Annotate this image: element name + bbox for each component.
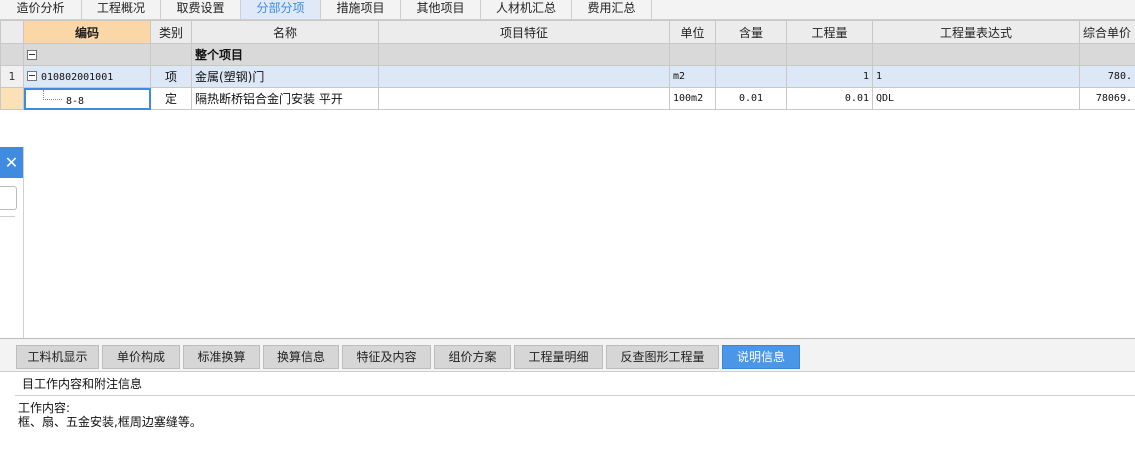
unit-price-cell[interactable]: 78069. [1080, 88, 1135, 110]
header-feature[interactable]: 项目特征 [379, 21, 670, 44]
grid-header-row: 编码 类别 名称 项目特征 单位 含量 工程量 工程量表达式 综合单价 [1, 21, 1135, 44]
row-number[interactable] [1, 88, 24, 110]
tab-quantity-details[interactable]: 工程量明细 [514, 345, 603, 369]
content-cell[interactable] [716, 66, 787, 88]
tab-other-items[interactable]: 其他项目 [401, 0, 481, 19]
header-name[interactable]: 名称 [192, 21, 379, 44]
quantity-cell[interactable]: 0.01 [787, 88, 873, 110]
tab-features-content[interactable]: 特征及内容 [342, 345, 431, 369]
row-number[interactable]: 1 [1, 66, 24, 88]
header-unit-price[interactable]: 综合单价 [1080, 21, 1135, 44]
tab-measure-items[interactable]: 措施项目 [321, 0, 401, 19]
header-quantity[interactable]: 工程量 [787, 21, 873, 44]
tab-labor-material-summary[interactable]: 人材机汇总 [481, 0, 572, 19]
tab-reverse-graphic-quantity[interactable]: 反查图形工程量 [606, 345, 719, 369]
collapse-icon[interactable] [27, 71, 37, 81]
quantity-cell[interactable]: 1 [787, 66, 873, 88]
section-title: 目工作内容和附注信息 [22, 375, 142, 392]
tab-labor-material-display[interactable]: 工料机显示 [16, 345, 99, 369]
code-cell[interactable]: 010802001001 [24, 66, 151, 88]
tab-fee-summary[interactable]: 费用汇总 [572, 0, 652, 19]
header-unit[interactable]: 单位 [670, 21, 716, 44]
unit-cell[interactable]: 100m2 [670, 88, 716, 110]
description-text: 工作内容: 框、扇、五金安装,框周边塞缝等。 [18, 401, 202, 429]
header-content[interactable]: 含量 [716, 21, 787, 44]
feature-cell[interactable] [379, 88, 670, 110]
collapse-cell[interactable] [24, 44, 151, 66]
name-cell[interactable]: 金属(塑钢)门 [192, 66, 379, 88]
tab-sub-items[interactable]: 分部分项 [241, 0, 321, 19]
unit-price-cell[interactable]: 780. [1080, 66, 1135, 88]
feature-cell[interactable] [379, 66, 670, 88]
row-number [1, 44, 24, 66]
description-line: 工作内容: [18, 401, 202, 415]
header-code[interactable]: 编码 [24, 21, 151, 44]
category-cell[interactable]: 定 [151, 88, 192, 110]
code-cell[interactable]: 8-8 [24, 88, 151, 110]
name-cell[interactable]: 隔热断桥铝合金门安装 平开 [192, 88, 379, 110]
header-category[interactable]: 类别 [151, 21, 192, 44]
tab-pricing-scheme[interactable]: 组价方案 [434, 345, 511, 369]
detail-tab-bar: 工料机显示 单价构成 标准换算 换算信息 特征及内容 组价方案 工程量明细 反查… [0, 339, 1135, 372]
table-row[interactable]: 8-8 定 隔热断桥铝合金门安装 平开 100m2 0.01 0.01 QDL … [1, 88, 1135, 110]
header-corner[interactable] [1, 21, 24, 44]
tab-project-overview[interactable]: 工程概况 [82, 0, 161, 19]
tab-conversion-info[interactable]: 换算信息 [263, 345, 339, 369]
divider [15, 395, 1135, 396]
tab-cost-analysis[interactable]: 造价分析 [0, 0, 82, 19]
tab-standard-conversion[interactable]: 标准换算 [183, 345, 260, 369]
collapse-icon[interactable] [27, 50, 37, 60]
side-panel-input[interactable] [0, 186, 17, 210]
top-tab-bar: 造价分析 工程概况 取费设置 分部分项 措施项目 其他项目 人材机汇总 费用汇总 [0, 0, 1135, 20]
close-icon[interactable]: ✕ [0, 147, 23, 178]
table-row[interactable]: 1 010802001001 项 金属(塑钢)门 m2 1 1 780. [1, 66, 1135, 88]
whole-project-label: 整个项目 [192, 44, 379, 66]
header-expression[interactable]: 工程量表达式 [873, 21, 1080, 44]
category-cell [151, 44, 192, 66]
content-cell[interactable]: 0.01 [716, 88, 787, 110]
unit-cell[interactable]: m2 [670, 66, 716, 88]
description-line: 框、扇、五金安装,框周边塞缝等。 [18, 415, 202, 429]
whole-project-row[interactable]: 整个项目 [1, 44, 1135, 66]
tree-connector [43, 90, 62, 100]
tab-description-info[interactable]: 说明信息 [722, 345, 800, 369]
category-cell[interactable]: 项 [151, 66, 192, 88]
tab-unit-price-composition[interactable]: 单价构成 [102, 345, 180, 369]
expression-cell[interactable]: QDL [873, 88, 1080, 110]
expression-cell[interactable]: 1 [873, 66, 1080, 88]
divider [0, 216, 15, 217]
detail-panel: 工料机显示 单价构成 标准换算 换算信息 特征及内容 组价方案 工程量明细 反查… [0, 338, 1135, 457]
tab-fee-settings[interactable]: 取费设置 [161, 0, 241, 19]
items-grid: 编码 类别 名称 项目特征 单位 含量 工程量 工程量表达式 综合单价 整个项目… [0, 20, 1135, 110]
